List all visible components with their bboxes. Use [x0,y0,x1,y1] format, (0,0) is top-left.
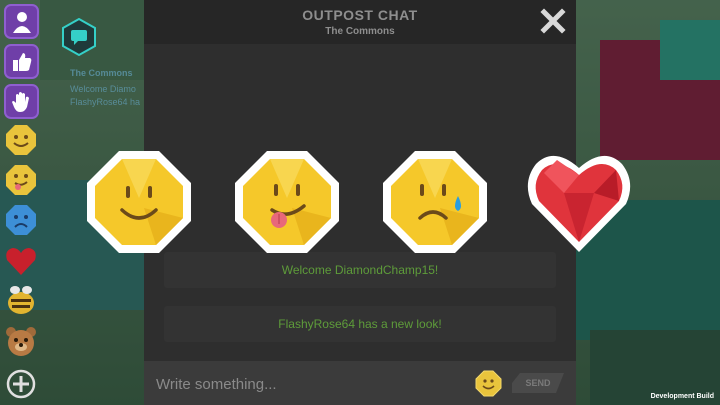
compose-bar: SEND [144,361,576,405]
chat-message-text: FlashyRose64 has a new look! [278,317,442,331]
dock-add[interactable] [4,367,38,401]
wave-hand-icon [11,91,29,112]
thumbs-up-button[interactable] [4,44,39,79]
reaction-sad[interactable] [380,148,490,256]
wave-button[interactable] [4,84,39,119]
left-message-1: Welcome Diamo [70,84,136,94]
left-channel-label: The Commons [70,68,133,78]
chat-subtitle: The Commons [325,26,395,37]
left-message-2: FlashyRose64 ha [70,97,141,107]
dock-bear[interactable] [4,324,38,358]
smiley-face-icon [475,370,502,397]
reaction-smiley[interactable] [84,148,194,256]
heart-icon [527,155,631,252]
close-icon [540,8,566,34]
message-input[interactable] [156,371,456,397]
chat-message: FlashyRose64 has a new look! [164,306,556,342]
profile-button[interactable] [4,4,39,39]
send-button[interactable]: SEND [512,373,564,393]
reaction-tongue[interactable] [232,148,342,256]
reaction-heart[interactable] [524,148,634,256]
smiley-face-icon [87,151,191,253]
bee-icon [8,286,34,314]
chat-header: OUTPOST CHAT The Commons [144,0,576,44]
chat-title: OUTPOST CHAT [302,7,418,23]
development-build-label: Development Build [650,393,714,400]
sad-tear-face-icon [383,151,487,253]
close-button[interactable] [540,8,566,34]
profile-icon [12,11,31,33]
chat-bubble-icon[interactable] [62,17,96,57]
reaction-picker [0,148,720,256]
chat-message-text: Welcome DiamondChamp15! [281,263,439,277]
thumbs-up-icon [12,52,31,71]
tongue-out-face-icon [235,151,339,253]
chat-message: Welcome DiamondChamp15! [164,252,556,288]
add-icon [6,369,36,399]
dock-bee[interactable] [4,284,38,318]
bear-icon [6,327,36,356]
emoji-picker-button[interactable] [475,370,502,397]
